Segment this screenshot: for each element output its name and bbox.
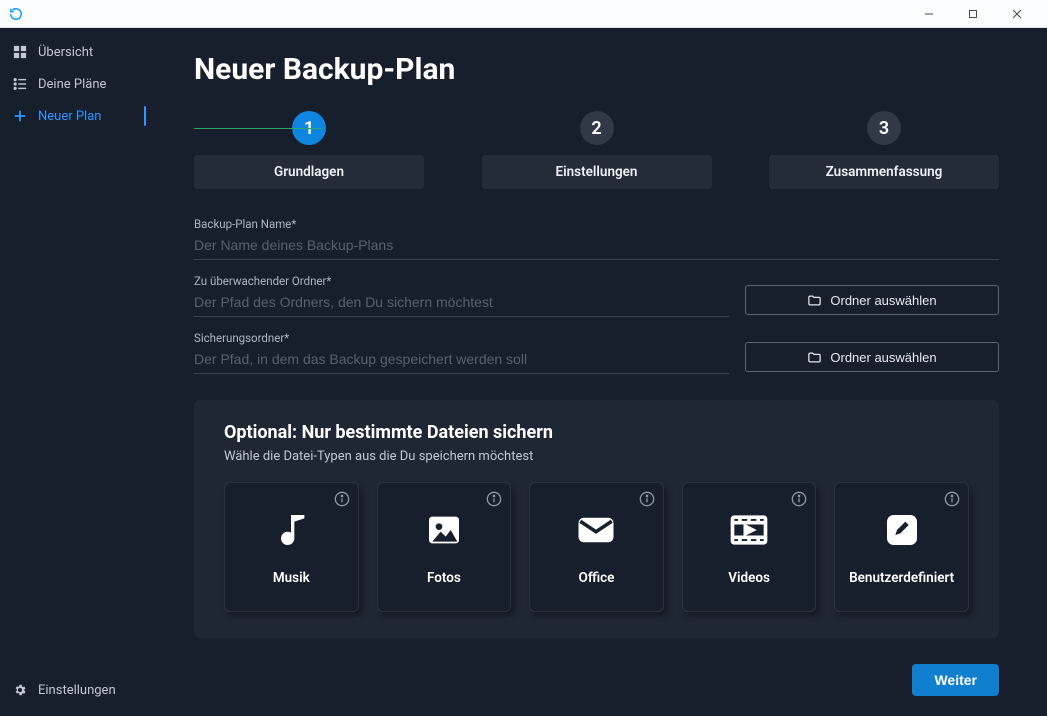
dest-label: Sicherungsordner*: [194, 331, 729, 345]
step-circle: 3: [867, 111, 901, 145]
main-panel: Neuer Backup-Plan 1 Grundlagen 2 Einstel…: [146, 28, 1047, 716]
filetype-card-videos[interactable]: Videos: [682, 482, 817, 612]
step-label: Einstellungen: [482, 155, 712, 189]
window-minimize-button[interactable]: [907, 3, 951, 25]
filetype-card-office[interactable]: Office: [529, 482, 664, 612]
sidebar-item-label: Deine Pläne: [38, 77, 106, 92]
photo-icon: [422, 508, 466, 552]
watch-folder-input[interactable]: [194, 290, 729, 317]
filetype-label: Office: [579, 570, 615, 586]
sidebar-item-overview[interactable]: Übersicht: [0, 36, 146, 68]
plan-name-input[interactable]: [194, 233, 999, 260]
filetype-label: Musik: [273, 570, 310, 586]
info-icon[interactable]: [334, 491, 350, 507]
sidebar-item-label: Übersicht: [38, 45, 93, 60]
app-icon: [8, 6, 24, 22]
wizard-stepper: 1 Grundlagen 2 Einstellungen 3 Zusammenf…: [194, 111, 999, 189]
video-icon: [727, 508, 771, 552]
button-label: Ordner auswählen: [830, 350, 936, 365]
step-circle: 2: [580, 111, 614, 145]
filetype-label: Fotos: [427, 570, 461, 586]
sidebar-item-plans[interactable]: Deine Pläne: [0, 68, 146, 100]
next-button[interactable]: Weiter: [912, 664, 999, 696]
gear-icon: [12, 682, 28, 698]
sidebar-item-label: Einstellungen: [38, 683, 116, 698]
list-icon: [12, 76, 28, 92]
plus-icon: [12, 108, 28, 124]
step-label: Grundlagen: [194, 155, 424, 189]
choose-watch-folder-button[interactable]: Ordner auswählen: [745, 285, 999, 315]
name-label: Backup-Plan Name*: [194, 217, 999, 231]
sidebar-item-new-plan[interactable]: Neuer Plan: [0, 100, 146, 132]
window-titlebar: [0, 0, 1047, 28]
edit-icon: [880, 508, 924, 552]
optional-subtitle: Wähle die Datei-Typen aus die Du speiche…: [224, 449, 969, 464]
choose-dest-folder-button[interactable]: Ordner auswählen: [745, 342, 999, 372]
window-close-button[interactable]: [995, 3, 1039, 25]
stepper-progress-line: [194, 128, 322, 129]
mail-icon: [574, 508, 618, 552]
sidebar: Übersicht Deine Pläne Neuer Plan Einstel…: [0, 28, 146, 716]
optional-title: Optional: Nur bestimmte Dateien sichern: [224, 422, 969, 443]
filetype-label: Videos: [728, 570, 770, 586]
step-label: Zusammenfassung: [769, 155, 999, 189]
dest-folder-input[interactable]: [194, 347, 729, 374]
info-icon[interactable]: [486, 491, 502, 507]
button-label: Ordner auswählen: [830, 293, 936, 308]
info-icon[interactable]: [944, 491, 960, 507]
optional-filetypes-card: Optional: Nur bestimmte Dateien sichern …: [194, 400, 999, 638]
window-maximize-button[interactable]: [951, 3, 995, 25]
info-icon[interactable]: [639, 491, 655, 507]
step-3[interactable]: 3 Zusammenfassung: [769, 111, 999, 189]
sidebar-item-label: Neuer Plan: [38, 109, 101, 124]
filetype-card-photos[interactable]: Fotos: [377, 482, 512, 612]
step-2[interactable]: 2 Einstellungen: [482, 111, 712, 189]
watch-label: Zu überwachender Ordner*: [194, 274, 729, 288]
filetype-card-custom[interactable]: Benutzerdefiniert: [834, 482, 969, 612]
music-icon: [269, 508, 313, 552]
filetype-card-music[interactable]: Musik: [224, 482, 359, 612]
info-icon[interactable]: [791, 491, 807, 507]
folder-icon: [807, 293, 822, 308]
folder-icon: [807, 350, 822, 365]
filetype-label: Benutzerdefiniert: [849, 570, 954, 586]
dashboard-icon: [12, 44, 28, 60]
sidebar-item-settings[interactable]: Einstellungen: [0, 674, 146, 706]
step-1[interactable]: 1 Grundlagen: [194, 111, 424, 189]
page-title: Neuer Backup-Plan: [194, 52, 999, 87]
